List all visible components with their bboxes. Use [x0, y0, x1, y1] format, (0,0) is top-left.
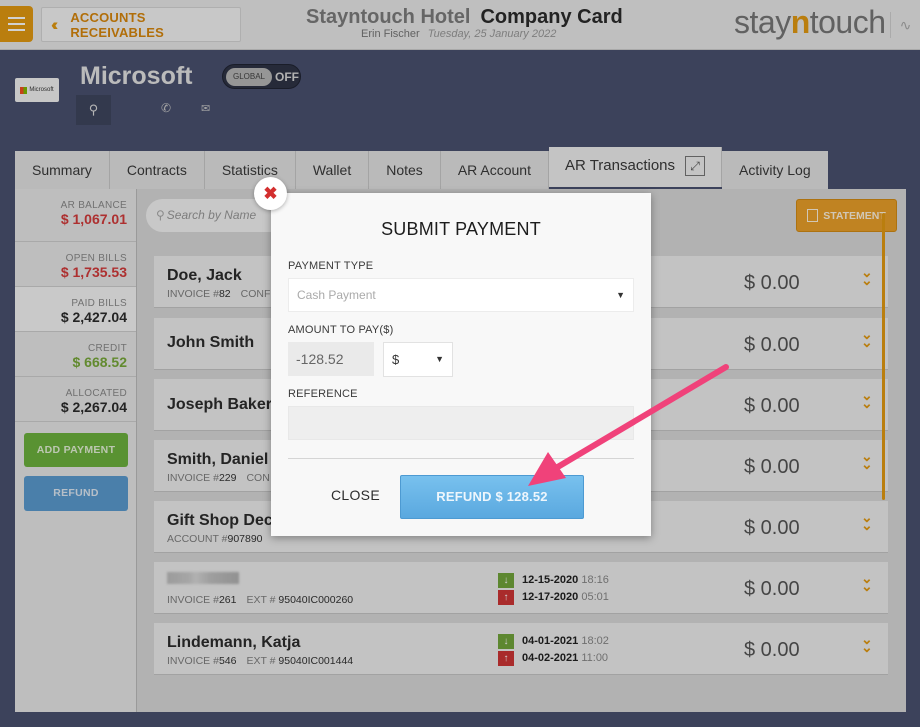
- arrow-head: [528, 452, 566, 486]
- annotation-arrow: [528, 364, 729, 486]
- arrow-shaft: [553, 364, 729, 471]
